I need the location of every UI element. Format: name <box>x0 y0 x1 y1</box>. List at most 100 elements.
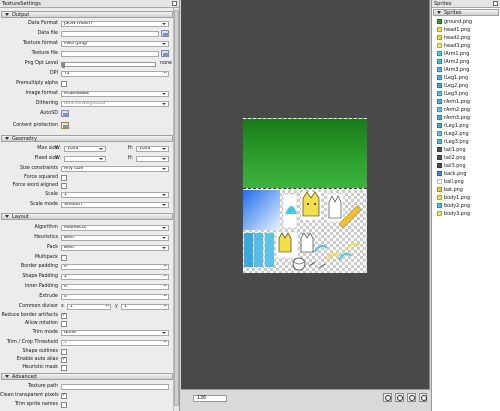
sprite-list-item[interactable]: rLeg3.png <box>437 139 469 146</box>
sprite-thumbnail-icon <box>437 51 442 56</box>
data-file-input[interactable] <box>61 31 159 37</box>
sprite-sheet-canvas[interactable] <box>243 118 367 273</box>
sprites-tree-root[interactable]: Sprites <box>433 9 499 16</box>
max-size-h-select[interactable]: 1024 <box>136 146 169 152</box>
texture-format-select[interactable]: PNG (png) <box>61 41 169 47</box>
premultiply-alpha-label: Premultiply alpha <box>16 81 58 86</box>
inner-padding-input[interactable]: 0 <box>61 284 169 290</box>
collapse-arrow-icon <box>5 137 9 140</box>
fixed-size-w-select[interactable] <box>64 156 106 162</box>
undock-button[interactable] <box>172 1 177 6</box>
zoom-in-icon[interactable] <box>383 393 392 402</box>
sprite-list-item[interactable]: tail2.png <box>437 155 466 162</box>
section-geometry-label: Geometry <box>12 136 37 142</box>
sprite-name: ground.png <box>444 19 473 25</box>
sprite-list-item[interactable]: bat.png <box>437 187 463 194</box>
sprite-list-item[interactable]: lLeg2.png <box>437 83 468 90</box>
shape-padding-input[interactable]: 2 <box>61 274 169 280</box>
heuristic-mask-label: Heuristic mask <box>22 365 58 370</box>
data-file-browse-icon[interactable] <box>161 30 169 37</box>
dithering-select[interactable]: NearestNeighbour <box>61 101 169 107</box>
zoom-input[interactable]: 136 <box>193 395 227 402</box>
section-output[interactable]: Output <box>1 11 173 18</box>
sprite-list-item[interactable]: ball.png <box>437 179 464 186</box>
texture-path-input[interactable] <box>61 384 169 390</box>
enable-auto-alias-checkbox[interactable] <box>61 356 67 363</box>
section-advanced[interactable]: Advanced <box>1 373 173 380</box>
sprite-list-item[interactable]: head2.png <box>437 35 470 42</box>
scale-select[interactable]: 1 <box>61 192 169 198</box>
sprites-panel-title-bar: Sprites <box>432 0 500 8</box>
sprite-list-item[interactable]: rArm3.png <box>437 115 470 122</box>
shape-outlines-checkbox[interactable] <box>61 349 67 355</box>
clean-transparent-pixels-checkbox[interactable] <box>61 392 67 399</box>
sprite-sheet-preview[interactable] <box>181 0 430 389</box>
allow-rotation-checkbox[interactable] <box>61 321 67 327</box>
heuristics-select[interactable]: Best <box>61 235 169 241</box>
max-size-w-select[interactable]: 1024 <box>64 146 106 152</box>
sprite-list-item[interactable]: rArm2.png <box>437 107 470 114</box>
sprite-list-item[interactable]: lArm3.png <box>437 67 469 74</box>
texture-file-input[interactable] <box>61 51 159 57</box>
scale-mode-select[interactable]: Smooth <box>61 202 169 208</box>
sprite-thumbnail-icon <box>437 91 442 96</box>
section-layout[interactable]: Layout <box>1 213 173 220</box>
trim-mode-select[interactable]: None <box>61 330 169 336</box>
sprite-list-item[interactable]: body1.png <box>437 195 470 202</box>
png-opt-level-slider[interactable] <box>61 62 156 68</box>
sprite-list-item[interactable]: back.png <box>437 171 467 178</box>
data-format-select[interactable]: JSON (Hash) <box>61 21 169 27</box>
texture-path-label: Texture path <box>28 384 58 389</box>
slider-knob[interactable] <box>62 62 65 68</box>
heuristic-mask-checkbox[interactable] <box>61 365 67 371</box>
preview-status-bar: 136 <box>181 389 430 411</box>
section-geometry[interactable]: Geometry <box>1 135 173 142</box>
sprite-list-item[interactable]: lArm2.png <box>437 59 469 66</box>
force-squared-checkbox[interactable] <box>61 175 67 181</box>
zoom-out-icon[interactable] <box>395 393 404 402</box>
png-opt-level-label: Png Opt Level <box>24 61 58 66</box>
trim-sprite-names-checkbox[interactable] <box>61 402 67 408</box>
sprite-list-item[interactable]: rLeg2.png <box>437 131 469 138</box>
sprite-list-item[interactable]: lArm1.png <box>437 51 469 58</box>
force-word-aligned-checkbox[interactable] <box>61 183 67 189</box>
dpi-input[interactable]: 72 <box>61 71 169 77</box>
multipack-checkbox[interactable] <box>61 255 67 261</box>
sprite-list-item[interactable]: lLeg1.png <box>437 75 468 82</box>
sprite-list-item[interactable]: ground.png <box>437 19 472 26</box>
image-format-select[interactable]: RGBA8888 <box>61 91 169 97</box>
scale-mode-label: Scale mode <box>29 202 58 207</box>
sprite-list-item[interactable]: tail3.png <box>437 163 466 170</box>
size-constraints-select[interactable]: Any size <box>61 166 169 172</box>
sprite-list-item[interactable]: rArm1.png <box>437 99 470 106</box>
zoom-fit-icon[interactable] <box>407 393 416 402</box>
scrollbar-thumb[interactable] <box>174 10 179 406</box>
sprite-list-item[interactable]: head1.png <box>437 27 470 34</box>
ground-sprite <box>243 118 367 188</box>
sprite-list-item[interactable]: lLeg3.png <box>437 91 468 98</box>
common-divisor-y-input[interactable]: 1 <box>121 304 169 310</box>
fixed-size-h-select[interactable] <box>136 156 169 162</box>
premultiply-alpha-checkbox[interactable] <box>61 81 67 87</box>
sprite-list-item[interactable]: rLeg1.png <box>437 123 469 130</box>
pack-select[interactable]: Best <box>61 245 169 251</box>
reduce-border-artifacts-checkbox[interactable] <box>61 312 67 319</box>
sprite-list-item[interactable]: body3.png <box>437 211 470 218</box>
sprite-list-item[interactable]: body2.png <box>437 203 470 210</box>
undock-button[interactable] <box>493 1 498 6</box>
zoom-actual-icon[interactable] <box>419 393 427 402</box>
fixed-size-label: Fixed size <box>34 156 58 161</box>
lock-icon[interactable] <box>61 122 69 129</box>
border-padding-input[interactable]: 0 <box>61 264 169 270</box>
sprite-list-item[interactable]: tail1.png <box>437 147 466 154</box>
left-panel-scrollbar[interactable] <box>173 8 179 411</box>
common-divisor-x-input[interactable]: 1 <box>67 304 111 310</box>
autosd-gear-icon[interactable] <box>61 110 69 117</box>
algorithm-select[interactable]: MaxRects <box>61 225 169 231</box>
extrude-input[interactable]: 0 <box>61 294 169 300</box>
sprite-list-item[interactable]: head3.png <box>437 43 470 50</box>
sprite-name: rArm1.png <box>444 99 471 105</box>
texture-file-browse-icon[interactable] <box>161 50 169 57</box>
trim-threshold-input[interactable]: 1 <box>61 340 169 346</box>
sprite-name: lLeg2.png <box>444 83 469 89</box>
